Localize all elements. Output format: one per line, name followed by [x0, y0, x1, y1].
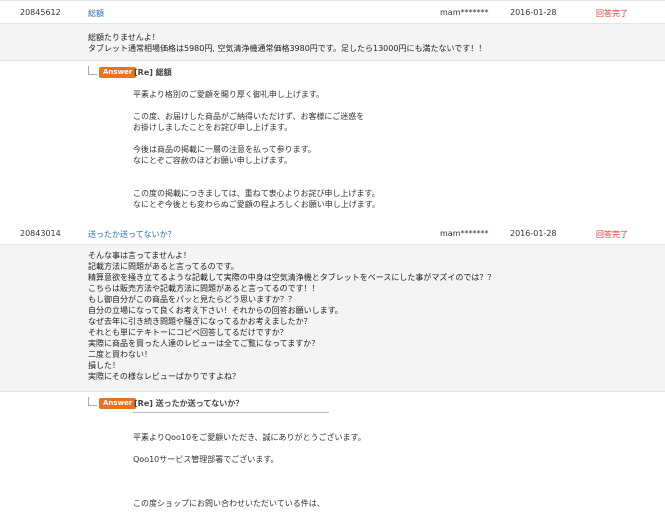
answer-title: [Re] 総額 — [134, 68, 172, 77]
answer-header: Answer [Re] 総額 — [88, 66, 288, 78]
answer-block: Answer [Re] 送ったか送ってないか？ 平素よりQoo10をご愛顧いただ… — [0, 392, 665, 525]
inquiry-date: 2016-01-28 — [510, 229, 557, 238]
question-text: そんな事は言ってませんよ！ 記載方法に問題があると言ってるのです。 精算意欲を掻… — [88, 251, 496, 381]
inquiry-date: 2016-01-28 — [510, 8, 557, 17]
answer-header: Answer [Re] 送ったか送ってないか？ — [88, 397, 328, 409]
answer-text: 平素より格別のご愛顧を賜り厚く御礼申し上げます。 この度、お届けした商品がご納得… — [133, 90, 380, 209]
reply-bracket-icon — [88, 397, 97, 406]
question-body: そんな事は言ってませんよ！ 記載方法に問題があると言ってるのです。 精算意欲を掻… — [0, 245, 665, 392]
reply-bracket-icon — [88, 66, 97, 75]
inquiry-user: mam******* — [440, 229, 489, 238]
answer-title: [Re] 送ったか送ってないか？ — [134, 399, 244, 408]
answer-badge: Answer — [99, 67, 137, 78]
inquiry-id: 20843014 — [20, 229, 61, 238]
question-text: 総額たりませんよ！ タブレット通常相場価格は5980円, 空気清浄機通常価格39… — [88, 33, 487, 53]
answer-text: 平素よりQoo10をご愛顧いただき、誠にありがとうございます。 Qoo10サービ… — [133, 433, 366, 508]
question-body: 総額たりませんよ！ タブレット通常相場価格は5980円, 空気清浄機通常価格39… — [0, 24, 665, 61]
inquiry-id: 20845612 — [20, 8, 61, 17]
answer-block: Answer [Re] 総額 平素より格別のご愛顧を賜り厚く御礼申し上げます。 … — [0, 61, 665, 223]
qa-row-header[interactable]: 20845612 総額 mam******* 2016-01-28 回答完了 — [0, 1, 665, 24]
answer-badge: Answer — [99, 398, 137, 409]
status-badge: 回答完了 — [596, 230, 628, 239]
status-badge: 回答完了 — [596, 9, 628, 18]
inquiry-title-link[interactable]: 総額 — [88, 8, 104, 19]
inquiry-user: mam******* — [440, 8, 489, 17]
answer-divider — [133, 412, 329, 413]
inquiry-title-link[interactable]: 送ったか送ってないか？ — [88, 229, 176, 240]
qa-row-header[interactable]: 20843014 送ったか送ってないか？ mam******* 2016-01-… — [0, 222, 665, 245]
